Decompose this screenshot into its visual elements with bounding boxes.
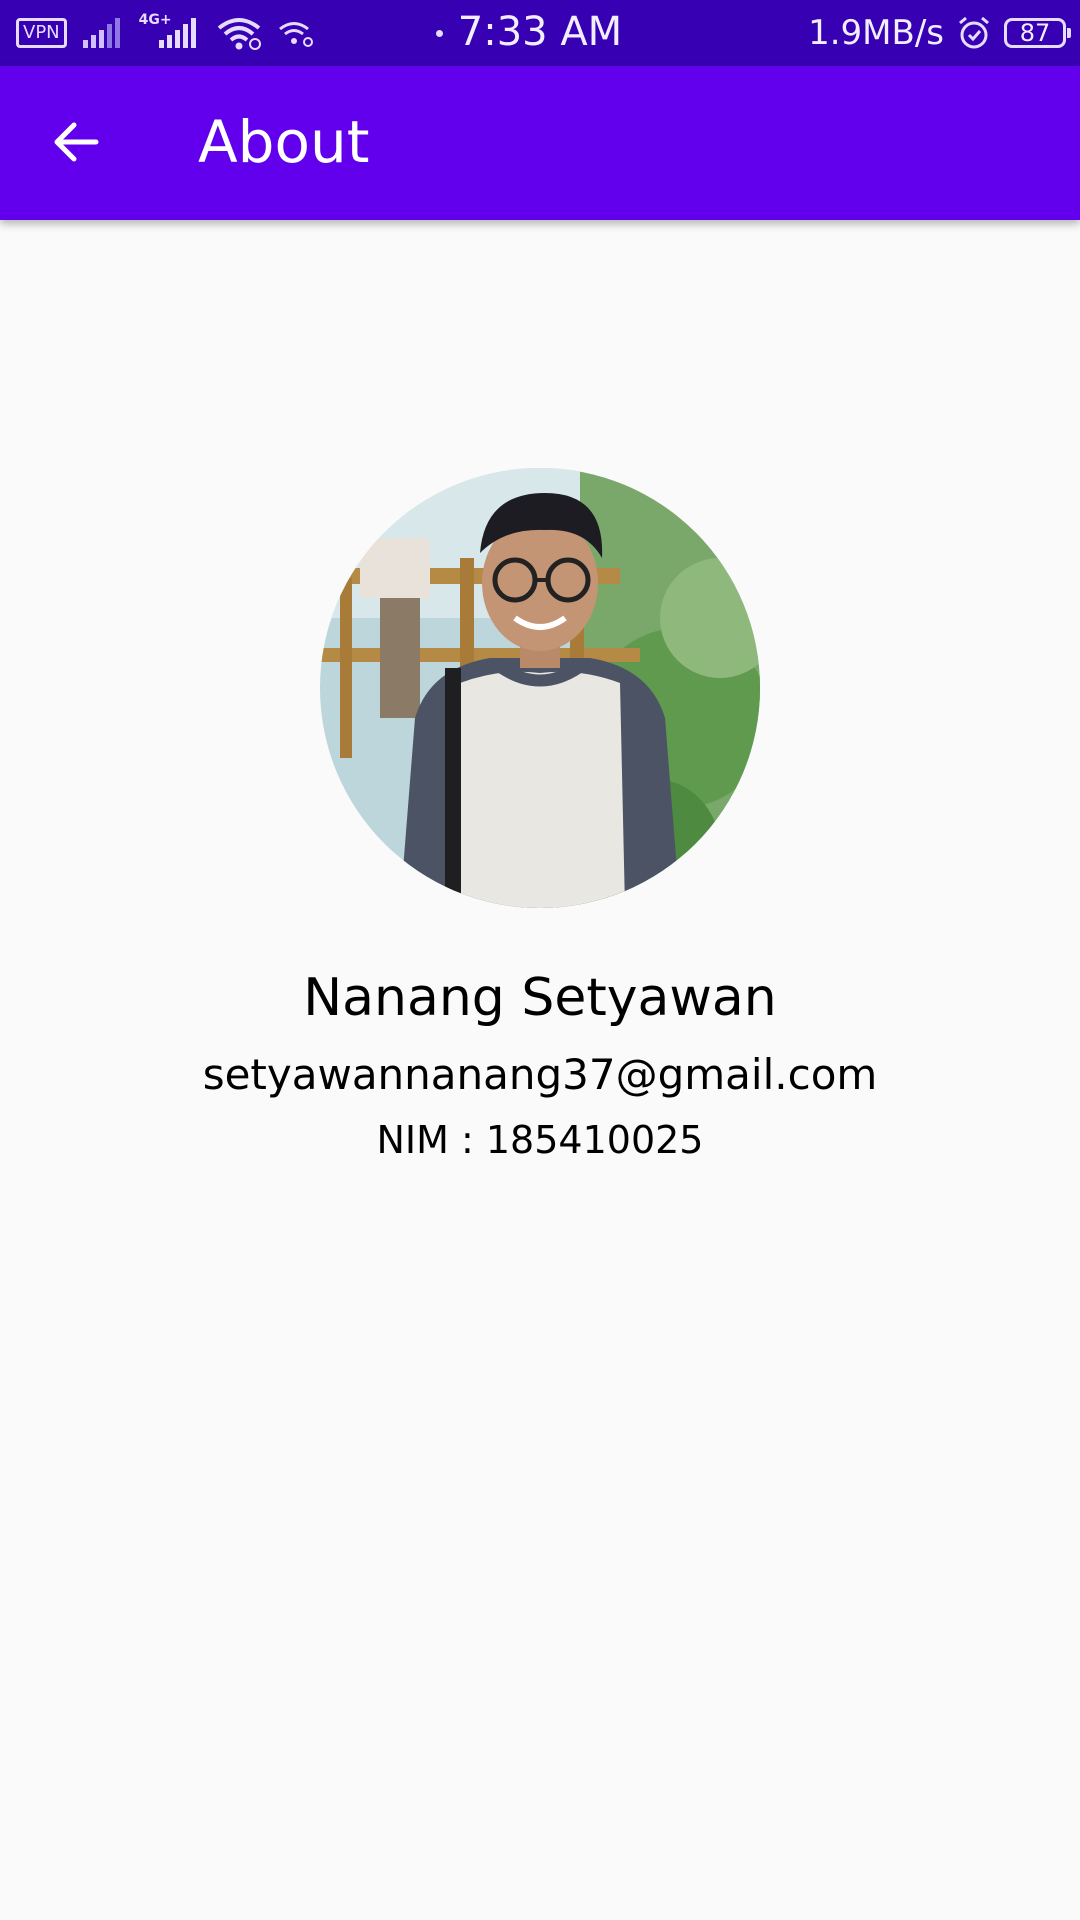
app-bar: About: [0, 66, 1080, 220]
battery-icon: 87: [1004, 18, 1071, 48]
avatar: [320, 468, 760, 908]
page-title: About: [198, 108, 370, 176]
status-icons-right: 1.9MB/s 87: [808, 10, 1071, 56]
profile-name: Nanang Setyawan: [303, 968, 777, 1028]
net-speed: 1.9MB/s: [808, 13, 944, 53]
status-bar: VPN 4G+ 7:33 AM 1.9MB/s 87: [0, 0, 1080, 66]
profile-nim: NIM : 185410025: [376, 1118, 704, 1162]
battery-level: 87: [1019, 19, 1051, 47]
arrow-left-icon: [52, 120, 100, 168]
profile-email: setyawannanang37@gmail.com: [202, 1050, 878, 1099]
about-content: Nanang Setyawan setyawannanang37@gmail.c…: [0, 220, 1080, 1920]
alarm-icon: [956, 15, 992, 51]
back-button[interactable]: [38, 112, 114, 176]
